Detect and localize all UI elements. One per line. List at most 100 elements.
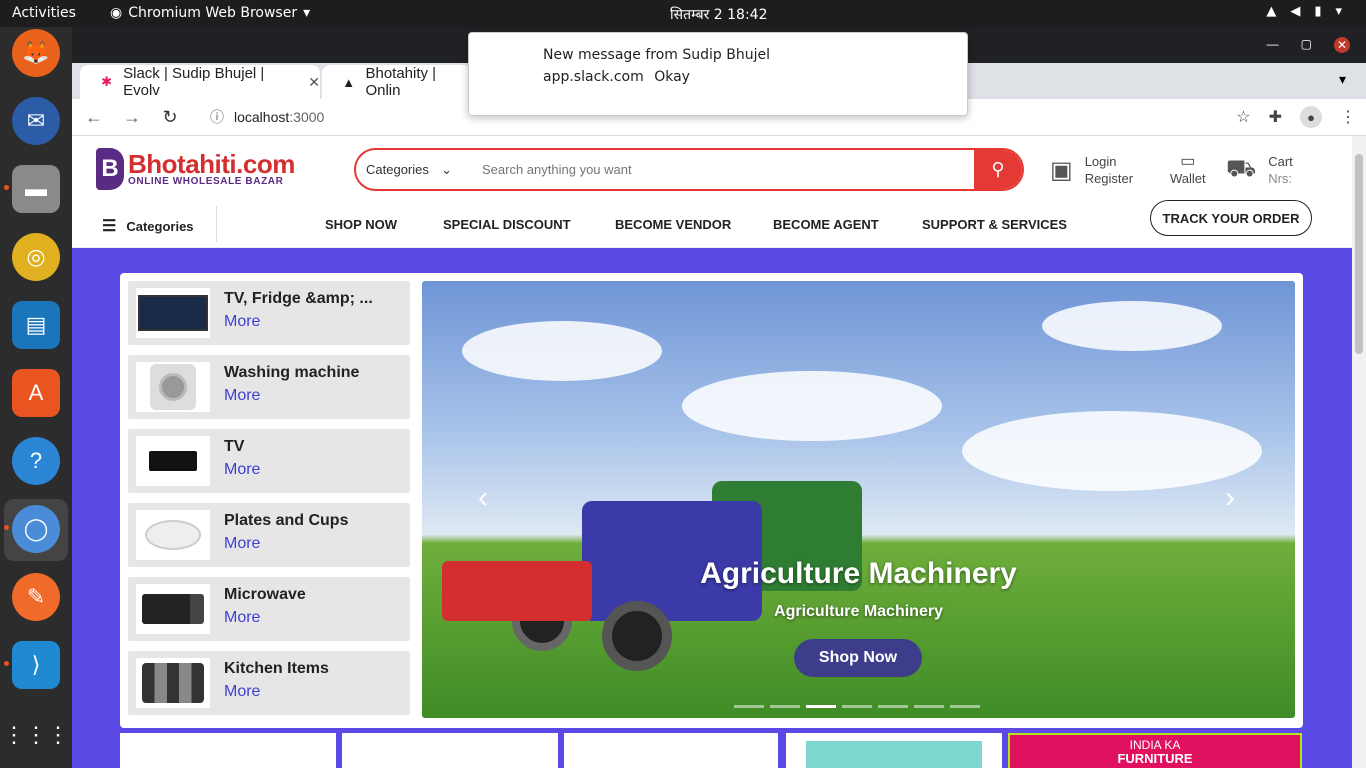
wallet-link[interactable]: ▭ Wallet — [1170, 151, 1206, 186]
nav-become-agent[interactable]: BECOME AGENT — [773, 217, 879, 232]
track-order-button[interactable]: TRACK YOUR ORDER — [1150, 200, 1312, 236]
category-card[interactable]: TV More — [128, 429, 410, 493]
category-card[interactable]: Microwave More — [128, 577, 410, 641]
postman-icon[interactable]: ✎ — [12, 573, 60, 621]
hero-carousel[interactable]: ‹ › Agriculture Machinery Agriculture Ma… — [422, 281, 1295, 718]
cloud — [682, 371, 942, 441]
tab-slack[interactable]: ✱ Slack | Sudip Bhujel | Evolv ✕ — [80, 65, 320, 99]
forward-icon[interactable]: → — [116, 107, 148, 128]
furniture-banner[interactable]: INDIA KA FURNITURE — [1008, 733, 1302, 768]
system-tray[interactable]: ▲ ◀ ▮ ▾ — [1266, 4, 1342, 19]
maximize-icon[interactable]: ▢ — [1301, 37, 1312, 53]
back-icon[interactable]: ← — [78, 107, 110, 128]
scrollbar-thumb[interactable] — [1355, 154, 1363, 354]
promo-card[interactable] — [786, 733, 1002, 768]
carousel-indicator[interactable] — [950, 705, 980, 708]
carousel-indicator[interactable] — [770, 705, 800, 708]
notification-action[interactable]: Okay — [654, 69, 690, 85]
tab-search-icon[interactable]: ▾ — [1339, 71, 1346, 88]
category-more-link[interactable]: More — [224, 387, 260, 405]
login-link[interactable]: Login — [1085, 153, 1133, 170]
nav-shop-now[interactable]: SHOP NOW — [325, 217, 397, 232]
promo-card[interactable] — [342, 733, 558, 768]
tab-bhotahity[interactable]: ▲ Bhotahity | Onlin — [322, 65, 472, 99]
microwave-icon — [136, 584, 210, 634]
minimize-icon[interactable]: — — [1267, 37, 1279, 53]
files-icon[interactable]: ▬ — [12, 165, 60, 213]
profile-avatar-icon[interactable]: ● — [1300, 106, 1322, 128]
wifi-icon: ▲ — [1266, 4, 1277, 19]
reload-icon[interactable]: ↻ — [154, 107, 186, 128]
info-icon: ⓘ — [210, 109, 224, 125]
carousel-indicator[interactable] — [842, 705, 872, 708]
address-bar[interactable]: ⓘ localhost:3000 — [210, 107, 324, 127]
category-more-link[interactable]: More — [224, 535, 260, 553]
category-card[interactable]: TV, Fridge &amp; ... More — [128, 281, 410, 345]
app-menu[interactable]: ◉ Chromium Web Browser ▾ — [110, 5, 310, 21]
search-category-select[interactable]: Categories ⌄ — [356, 162, 466, 178]
chevron-down-icon: ⌄ — [441, 161, 452, 177]
carousel-prev-icon[interactable]: ‹ — [478, 481, 488, 515]
kitchen-icon — [136, 658, 210, 708]
menu-icon[interactable]: ⋮ — [1340, 107, 1356, 127]
nav-become-vendor[interactable]: BECOME VENDOR — [615, 217, 731, 232]
categories-menu[interactable]: ☰ Categories — [102, 216, 194, 236]
chromium-icon[interactable]: ◯ — [12, 505, 60, 553]
tv-icon — [136, 288, 210, 338]
hero-panel: TV, Fridge &amp; ... More Washing machin… — [120, 273, 1303, 728]
category-card[interactable]: Kitchen Items More — [128, 651, 410, 715]
cart-amount: Nrs: — [1268, 171, 1293, 186]
cart-label: Cart — [1268, 154, 1293, 169]
help-icon[interactable]: ? — [12, 437, 60, 485]
firefox-icon[interactable]: 🦊 — [12, 29, 60, 77]
promo-card[interactable] — [120, 733, 336, 768]
carousel-indicator[interactable] — [806, 705, 836, 708]
search-input[interactable] — [466, 150, 974, 189]
page-scrollbar[interactable] — [1352, 136, 1366, 768]
category-more-link[interactable]: More — [224, 609, 260, 627]
vscode-icon[interactable]: ⟩ — [12, 641, 60, 689]
running-indicator — [4, 185, 9, 190]
close-icon[interactable]: ✕ — [1334, 37, 1350, 53]
toolbar-actions: ☆ ✚ ● ⋮ — [1236, 106, 1356, 128]
thunderbird-icon[interactable]: ✉ — [12, 97, 60, 145]
writer-icon[interactable]: ▤ — [12, 301, 60, 349]
nav-special-discount[interactable]: SPECIAL DISCOUNT — [443, 217, 571, 232]
cart-icon: ⛟ — [1226, 155, 1257, 182]
show-apps-icon[interactable]: ⋮⋮⋮ — [3, 711, 69, 759]
category-card[interactable]: Plates and Cups More — [128, 503, 410, 567]
search-button[interactable]: ⚲ — [974, 150, 1022, 189]
carousel-indicator[interactable] — [878, 705, 908, 708]
software-center-icon[interactable]: A — [12, 369, 60, 417]
nav-support-services[interactable]: SUPPORT & SERVICES — [922, 217, 1067, 232]
promo-image — [806, 741, 982, 768]
category-more-link[interactable]: More — [224, 461, 260, 479]
extensions-icon[interactable]: ✚ — [1269, 107, 1282, 127]
chevron-down-icon: ▾ — [303, 5, 311, 21]
rhythmbox-icon[interactable]: ◎ — [12, 233, 60, 281]
category-more-link[interactable]: More — [224, 313, 260, 331]
bookmark-star-icon[interactable]: ☆ — [1236, 107, 1250, 127]
cloud — [962, 411, 1262, 491]
hero-section: TV, Fridge &amp; ... More Washing machin… — [72, 248, 1352, 768]
category-more-link[interactable]: More — [224, 683, 260, 701]
close-tab-icon[interactable]: ✕ — [308, 74, 320, 91]
site-logo[interactable]: B Bhotahiti.com ONLINE WHOLESALE BAZAR — [96, 148, 295, 190]
notification-popup[interactable]: New message from Sudip Bhujel app.slack.… — [468, 32, 968, 116]
register-link[interactable]: Register — [1085, 170, 1133, 187]
carousel-next-icon[interactable]: › — [1225, 481, 1235, 515]
web-page: B Bhotahiti.com ONLINE WHOLESALE BAZAR C… — [72, 136, 1352, 768]
cart-link[interactable]: ⛟ Cart Nrs: — [1226, 153, 1293, 187]
shop-now-button[interactable]: Shop Now — [794, 639, 922, 677]
main-nav: ☰ Categories SHOP NOW SPECIAL DISCOUNT B… — [72, 200, 1352, 248]
carousel-indicator[interactable] — [914, 705, 944, 708]
promo-card[interactable] — [564, 733, 778, 768]
carousel-title: Agriculture Machinery — [700, 557, 1017, 590]
carousel-indicator[interactable] — [734, 705, 764, 708]
activities-button[interactable]: Activities — [12, 5, 76, 21]
category-card[interactable]: Washing machine More — [128, 355, 410, 419]
clock[interactable]: सितम्बर 2 18:42 — [670, 5, 768, 24]
logo-tagline: ONLINE WHOLESALE BAZAR — [128, 176, 284, 187]
browser-window: — ▢ ✕ ✱ Slack | Sudip Bhujel | Evolv ✕ ▲… — [72, 27, 1366, 768]
site-header: B Bhotahiti.com ONLINE WHOLESALE BAZAR C… — [72, 136, 1352, 200]
